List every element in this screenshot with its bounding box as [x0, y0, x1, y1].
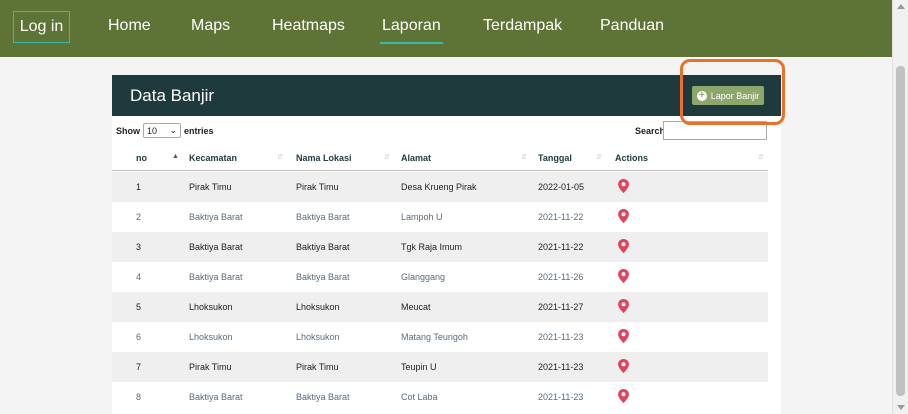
- table-row: 2 Baktiya Barat Baktiya Barat Lampoh U 2021-…: [112, 202, 768, 232]
- cell-tanggal: 2021-11-22: [538, 212, 584, 222]
- cell-kecamatan: Pirak Timu: [189, 182, 232, 192]
- cell-alamat: Meucat: [401, 302, 431, 312]
- col-alamat[interactable]: Alamat: [401, 153, 431, 163]
- table-row: 7 Pirak Timu Pirak Timu Teupin U 2021-11-23: [112, 352, 768, 382]
- nav-terdampak[interactable]: Terdampak: [483, 16, 562, 36]
- map-pin-icon[interactable]: [617, 359, 630, 373]
- cell-alamat: Matang Teungoh: [401, 332, 468, 342]
- cell-no: 2: [136, 212, 142, 222]
- nav-heatmaps[interactable]: Heatmaps: [272, 16, 345, 36]
- cell-no: 5: [136, 302, 142, 312]
- top-navbar: Log in Home Maps Heatmaps Laporan Terdam…: [0, 0, 892, 57]
- data-banjir-card: Data Banjir + Lapor Banjir Show 10 ⌄ ent…: [112, 75, 781, 414]
- cell-no: 1: [136, 182, 142, 192]
- table-row: 4 Baktiya Barat Baktiya Barat Glanggang 2021…: [112, 262, 768, 292]
- cell-lokasi: Baktiya Barat: [296, 392, 350, 402]
- cell-tanggal: 2021-11-22: [538, 242, 584, 252]
- cell-kecamatan: Baktiya Barat: [189, 212, 243, 222]
- cell-alamat: Lampoh U: [401, 212, 443, 222]
- entries-control: Show 10 ⌄ entries: [116, 123, 214, 138]
- map-pin-icon[interactable]: [617, 239, 630, 253]
- cell-kecamatan: Baktiya Barat: [189, 242, 243, 252]
- col-tanggal[interactable]: Tanggal: [538, 153, 572, 163]
- cell-kecamatan: Pirak Timu: [189, 362, 232, 372]
- col-kecamatan[interactable]: Kecamatan: [189, 153, 237, 163]
- cell-tanggal: 2021-11-23: [538, 362, 584, 372]
- entries-select[interactable]: 10 ⌄: [143, 123, 181, 138]
- table-row: 5 Lhoksukon Lhoksukon Meucat 2021-11-27: [112, 292, 768, 322]
- cell-no: 6: [136, 332, 142, 342]
- cell-lokasi: Pirak Timu: [296, 182, 339, 192]
- show-label: Show: [116, 125, 140, 136]
- card-title: Data Banjir: [130, 86, 215, 105]
- cell-tanggal: 2021-11-27: [538, 302, 584, 312]
- cell-kecamatan: Lhoksukon: [189, 332, 233, 342]
- cell-lokasi: Baktiya Barat: [296, 212, 350, 222]
- entries-value: 10: [147, 125, 158, 136]
- login-button[interactable]: Log in: [13, 11, 70, 43]
- cell-tanggal: 2021-11-26: [538, 272, 584, 282]
- cell-alamat: Desa Krueng Pirak: [401, 182, 477, 192]
- cell-no: 7: [136, 362, 142, 372]
- sort-icon[interactable]: ⇵: [758, 153, 764, 161]
- cell-alamat: Tgk Raja Imum: [401, 242, 463, 252]
- sort-icon[interactable]: ⇵: [384, 153, 390, 161]
- col-actions[interactable]: Actions: [615, 153, 648, 163]
- cell-lokasi: Pirak Timu: [296, 362, 339, 372]
- cell-tanggal: 2021-11-23: [538, 392, 584, 402]
- cell-lokasi: Lhoksukon: [296, 332, 340, 342]
- table-row: 8 Baktiya Barat Baktiya Barat Cot Laba 2021-…: [112, 382, 768, 412]
- nav-laporan[interactable]: Laporan: [380, 16, 443, 44]
- col-no[interactable]: no: [136, 153, 147, 163]
- scroll-down-icon[interactable]: [897, 405, 905, 410]
- cell-no: 4: [136, 272, 142, 282]
- cell-kecamatan: Baktiya Barat: [189, 272, 243, 282]
- sort-asc-icon[interactable]: ▲: [172, 153, 179, 160]
- scroll-thumb[interactable]: [896, 66, 905, 396]
- entries-label: entries: [184, 125, 214, 136]
- page-scrollbar[interactable]: [892, 0, 908, 414]
- nav-home[interactable]: Home: [108, 16, 151, 36]
- table-row: 6 Lhoksukon Lhoksukon Matang Teungoh 2021-11…: [112, 322, 768, 352]
- col-nama-lokasi[interactable]: Nama Lokasi: [296, 153, 352, 163]
- nav-maps[interactable]: Maps: [191, 16, 230, 36]
- chevron-down-icon: ⌄: [169, 125, 177, 135]
- cell-tanggal: 2021-11-23: [538, 332, 584, 342]
- table-row: 3 Baktiya Barat Baktiya Barat Tgk Raja Imum…: [112, 232, 768, 262]
- cell-lokasi: Baktiya Barat: [296, 242, 350, 252]
- sort-icon[interactable]: ⇵: [521, 153, 527, 161]
- cell-no: 8: [136, 392, 142, 402]
- map-pin-icon[interactable]: [617, 179, 630, 193]
- cell-alamat: Teupin U: [401, 362, 437, 372]
- map-pin-icon[interactable]: [617, 299, 630, 313]
- map-pin-icon[interactable]: [617, 329, 630, 343]
- scroll-up-icon[interactable]: [897, 4, 905, 9]
- cell-tanggal: 2022-01-05: [538, 182, 585, 192]
- cell-lokasi: Baktiya Barat: [296, 272, 350, 282]
- cell-alamat: Glanggang: [401, 272, 446, 282]
- highlight-annotation: [680, 59, 785, 125]
- cell-no: 3: [136, 242, 142, 252]
- map-pin-icon[interactable]: [617, 269, 630, 283]
- table-header: no ▲ Kecamatan ⇵ Nama Lokasi ⇵ Alamat ⇵ …: [112, 143, 768, 171]
- nav-panduan[interactable]: Panduan: [600, 16, 664, 36]
- cell-alamat: Cot Laba: [401, 392, 438, 402]
- cell-kecamatan: Baktiya Barat: [189, 392, 243, 402]
- map-pin-icon[interactable]: [617, 209, 630, 223]
- sort-icon[interactable]: ⇵: [277, 153, 283, 161]
- table-row: 1 Pirak Timu Pirak Timu Desa Krueng Pirak 20…: [112, 172, 768, 202]
- map-pin-icon[interactable]: [617, 389, 630, 403]
- cell-lokasi: Lhoksukon: [296, 302, 340, 312]
- cell-kecamatan: Lhoksukon: [189, 302, 233, 312]
- sort-icon[interactable]: ⇵: [596, 153, 602, 161]
